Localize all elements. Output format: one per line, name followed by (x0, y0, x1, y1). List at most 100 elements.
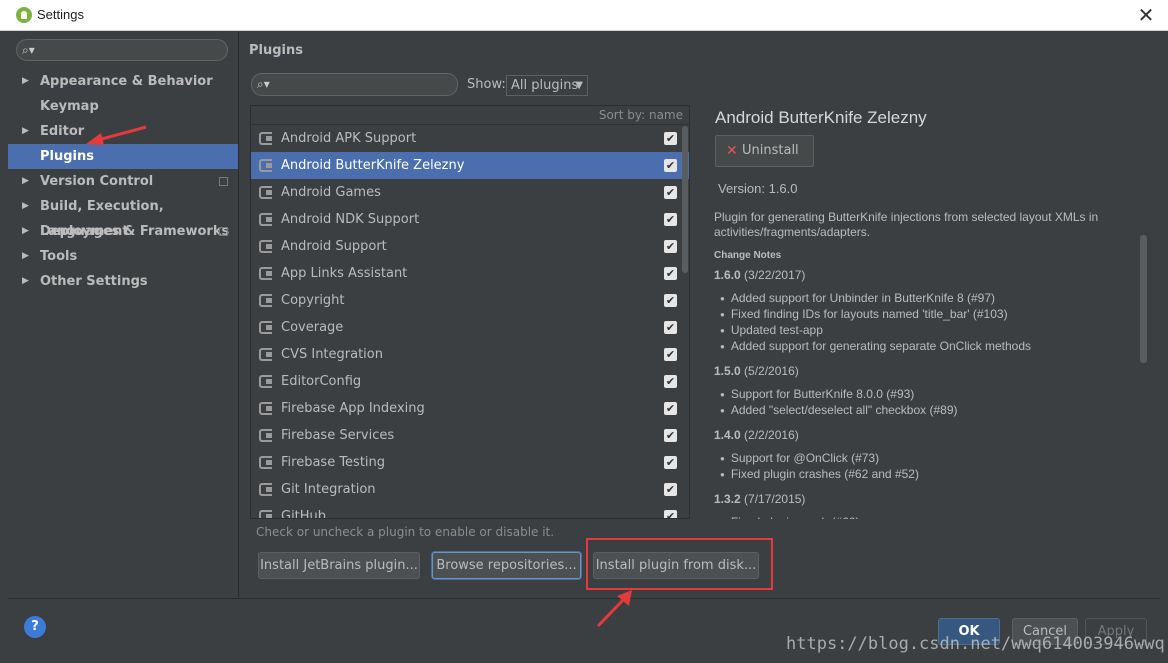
sidebar-item[interactable]: ▶ Version Control (8, 169, 238, 194)
sidebar-search-input[interactable]: ⌕▾ (16, 39, 228, 61)
plugin-enabled-checkbox[interactable]: ✔ (664, 267, 677, 280)
plugin-name: Git Integration (281, 482, 376, 497)
install-jetbrains-plugin-button[interactable]: Install JetBrains plugin... (258, 552, 420, 579)
plugin-enabled-checkbox[interactable]: ✔ (664, 510, 677, 518)
sidebar-item[interactable]: ▶ Editor (8, 119, 238, 144)
plugin-enabled-checkbox[interactable]: ✔ (664, 132, 677, 145)
plugin-name: Coverage (281, 320, 344, 335)
plugin-name: EditorConfig (281, 374, 362, 389)
plugin-row[interactable]: Firebase Testing ✔ (251, 449, 689, 476)
chevron-right-icon[interactable]: ▶ (22, 194, 29, 219)
plugin-name: Android Support (281, 239, 387, 254)
show-label: Show: (467, 77, 506, 92)
plugin-row[interactable]: Firebase Services ✔ (251, 422, 689, 449)
plugin-row[interactable]: EditorConfig ✔ (251, 368, 689, 395)
plugin-enabled-checkbox[interactable]: ✔ (664, 213, 677, 226)
change-note-item: Added "select/deselect all" checkbox (#8… (720, 403, 1134, 419)
version-date: (3/22/2017) (744, 268, 806, 282)
plugin-name: CVS Integration (281, 347, 383, 362)
settings-sidebar: ⌕▾ ▶ Appearance & Behavior Keymap ▶ Editor Pl… (8, 32, 239, 597)
plugin-row[interactable]: GitHub ✔ (251, 503, 689, 518)
plugin-name: Android NDK Support (281, 212, 420, 227)
settings-nav: ▶ Appearance & Behavior Keymap ▶ Editor Plugi… (8, 69, 238, 294)
plugin-enabled-checkbox[interactable]: ✔ (664, 240, 677, 253)
change-note-block: 1.4.0 (2/2/2016) Support for @OnClick (#7… (714, 428, 1134, 483)
plugin-version: Version: 1.6.0 (718, 181, 798, 196)
plugin-details: Android ButterKnife Zelezny ✕ Uninstall … (700, 105, 1150, 519)
change-note-item: Updated test-app (720, 323, 1134, 339)
change-note-text: Support for @OnClick (#73) (730, 451, 880, 465)
plugin-enabled-checkbox[interactable]: ✔ (664, 375, 677, 388)
change-notes: 1.6.0 (3/22/2017) Added support for Unbin… (714, 268, 1134, 519)
show-filter-dropdown[interactable]: All plugins ▼ (506, 75, 588, 96)
version-number: 1.5.0 (714, 364, 741, 378)
sidebar-item[interactable]: ▶ Build, Execution, Deployment (8, 194, 238, 239)
sidebar-item[interactable]: Plugins (8, 144, 238, 169)
plugin-icon (259, 240, 272, 253)
plugin-name: Firebase App Indexing (281, 401, 425, 416)
chevron-right-icon[interactable]: ▶ (22, 269, 29, 294)
sidebar-item[interactable]: ▶ Tools (8, 244, 238, 269)
plugin-row[interactable]: Firebase App Indexing ✔ (251, 395, 689, 422)
chevron-right-icon[interactable]: ▶ (22, 119, 29, 144)
chevron-right-icon[interactable]: ▶ (22, 69, 29, 94)
change-note-version: 1.3.2 (7/17/2015) (714, 492, 1134, 506)
sort-by-name[interactable]: Sort by: name (251, 106, 689, 125)
plugin-row[interactable]: Android Games ✔ (251, 179, 689, 206)
plugin-row[interactable]: Android APK Support ✔ (251, 125, 689, 152)
plugin-icon (259, 159, 272, 172)
plugin-icon (259, 375, 272, 388)
android-studio-icon (16, 7, 32, 23)
plugin-enabled-checkbox[interactable]: ✔ (664, 456, 677, 469)
sidebar-item[interactable]: Keymap (8, 94, 238, 119)
chevron-right-icon[interactable]: ▶ (22, 219, 29, 244)
change-note-text: Added support for generating separate On… (730, 339, 1032, 353)
change-note-item: Support for ButterKnife 8.0.0 (#93) (720, 387, 1134, 403)
plugin-row[interactable]: Coverage ✔ (251, 314, 689, 341)
plugin-name: Android Games (281, 185, 381, 200)
uninstall-button[interactable]: ✕ Uninstall (715, 135, 814, 167)
plugin-hint: Check or uncheck a plugin to enable or d… (256, 525, 555, 539)
plugin-enabled-checkbox[interactable]: ✔ (664, 429, 677, 442)
plugin-row[interactable]: Copyright ✔ (251, 287, 689, 314)
plugin-row[interactable]: Android NDK Support ✔ (251, 206, 689, 233)
help-icon[interactable]: ? (24, 616, 46, 638)
sidebar-item[interactable]: ▶ Appearance & Behavior (8, 69, 238, 94)
plugin-row[interactable]: Android Support ✔ (251, 233, 689, 260)
browse-repositories-button[interactable]: Browse repositories... (432, 552, 581, 579)
plugin-name: Android APK Support (281, 131, 417, 146)
plugin-enabled-checkbox[interactable]: ✔ (664, 483, 677, 496)
sidebar-item[interactable]: ▶ Other Settings (8, 269, 238, 294)
plugin-enabled-checkbox[interactable]: ✔ (664, 159, 677, 172)
plugin-list-scrollbar[interactable] (682, 126, 688, 273)
sidebar-item-label: Languages & Frameworks (40, 224, 230, 239)
chevron-right-icon[interactable]: ▶ (22, 169, 29, 194)
plugin-icon (259, 213, 272, 226)
plugin-icon (259, 348, 272, 361)
plugin-enabled-checkbox[interactable]: ✔ (664, 402, 677, 415)
version-date: (5/2/2016) (744, 364, 799, 378)
window-edge (0, 32, 8, 663)
plugin-row[interactable]: Git Integration ✔ (251, 476, 689, 503)
plugin-row[interactable]: App Links Assistant ✔ (251, 260, 689, 287)
window-title: Settings (37, 7, 84, 22)
plugin-row[interactable]: CVS Integration ✔ (251, 341, 689, 368)
change-note-item: Added support for Unbinder in ButterKnif… (720, 291, 1134, 307)
plugin-enabled-checkbox[interactable]: ✔ (664, 294, 677, 307)
sidebar-item[interactable]: ▶ Languages & Frameworks (8, 219, 238, 244)
change-note-item: Fixed plugin crashes (#62 and #52) (720, 467, 1134, 483)
detail-scrollbar[interactable] (1140, 235, 1147, 363)
plugin-row[interactable]: Android ButterKnife Zelezny ✔ (251, 152, 689, 179)
plugin-description: Plugin for generating ButterKnife inject… (714, 210, 1099, 239)
chevron-right-icon[interactable]: ▶ (22, 244, 29, 269)
plugin-enabled-checkbox[interactable]: ✔ (664, 321, 677, 334)
close-icon[interactable]: ✕ (1134, 4, 1158, 28)
plugin-enabled-checkbox[interactable]: ✔ (664, 186, 677, 199)
version-number: 1.4.0 (714, 428, 741, 442)
title-bar: Settings ✕ (0, 0, 1168, 31)
plugin-enabled-checkbox[interactable]: ✔ (664, 348, 677, 361)
change-note-text: Fixed plugin crashes (#62 and #52) (730, 467, 919, 481)
plugin-search-input[interactable]: ⌕▾ (251, 73, 458, 96)
plugins-panel: Plugins ⌕▾ Show: All plugins ▼ Sort by: … (240, 32, 1160, 597)
project-scope-icon (219, 227, 228, 236)
